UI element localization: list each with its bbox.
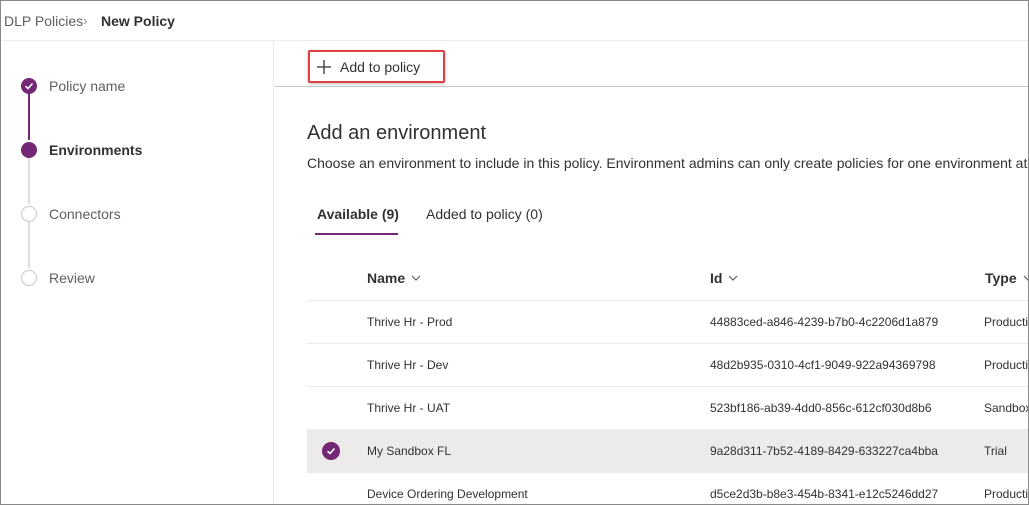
column-header-type[interactable]: Type [985, 270, 1028, 286]
cell-type: Sandbox [984, 401, 1029, 415]
breadcrumb: DLP Policies › New Policy [1, 1, 1028, 41]
page-description: Choose an environment to include in this… [307, 155, 1028, 171]
column-header-id[interactable]: Id [710, 270, 738, 286]
column-header-label: Name [367, 270, 406, 286]
add-to-policy-button[interactable]: Add to policy [308, 50, 445, 83]
breadcrumb-current: New Policy [101, 13, 175, 29]
cell-id: 44883ced-a846-4239-b7b0-4c2206d1a879 [710, 315, 939, 329]
checkmark-icon [21, 78, 37, 94]
chevron-right-icon: › [83, 13, 88, 28]
step-pending-indicator [21, 270, 37, 286]
step-connector [28, 158, 30, 204]
step-connectors[interactable]: Connectors [49, 206, 121, 222]
cell-name: Thrive Hr - Dev [367, 358, 449, 372]
tab-available[interactable]: Available (9) [317, 206, 399, 222]
step-review[interactable]: Review [49, 270, 95, 286]
command-bar: Add to policy [275, 41, 1028, 87]
chevron-down-icon [729, 275, 738, 281]
cell-id: 523bf186-ab39-4dd0-856c-612cf030d8b6 [710, 401, 932, 415]
step-active-indicator [21, 142, 37, 158]
cell-type: Production [984, 487, 1029, 501]
table-row-selected[interactable]: My Sandbox FL 9a28d311-7b52-4189-8429-63… [307, 429, 1028, 472]
column-header-label: Type [985, 270, 1017, 286]
cell-id: 48d2b935-0310-4cf1-9049-922a94369798 [710, 358, 936, 372]
app-frame: DLP Policies › New Policy Policy name En… [0, 0, 1029, 505]
cell-type: Trial [984, 444, 1007, 458]
chevron-down-icon [1023, 275, 1028, 281]
cell-name: Thrive Hr - UAT [367, 401, 451, 415]
column-header-label: Id [710, 270, 723, 286]
chevron-down-icon [411, 275, 421, 281]
checkmark-circle-icon[interactable] [322, 442, 340, 460]
table-row[interactable]: Thrive Hr - Dev 48d2b935-0310-4cf1-9049-… [307, 343, 1029, 386]
cell-id: d5ce2d3b-b8e3-454b-8341-e12c5246dd27 [710, 487, 939, 501]
cell-id: 9a28d311-7b52-4189-8429-633227ca4bba [710, 444, 938, 458]
tab-selected-underline [315, 233, 398, 235]
table-row[interactable]: Thrive Hr - Prod 44883ced-a846-4239-b7b0… [307, 300, 1029, 343]
step-policy-name[interactable]: Policy name [49, 78, 125, 94]
add-to-policy-label: Add to policy [340, 58, 421, 75]
table-row[interactable]: Device Ordering Development d5ce2d3b-b8e… [307, 472, 1029, 504]
page-title: Add an environment [307, 122, 487, 144]
cell-type: Production [984, 358, 1029, 372]
step-connector [28, 222, 30, 268]
cell-name: Device Ordering Development [367, 487, 528, 501]
step-connector [28, 94, 30, 140]
table-row[interactable]: Thrive Hr - UAT 523bf186-ab39-4dd0-856c-… [307, 386, 1029, 429]
cell-name: My Sandbox FL [367, 444, 452, 458]
column-header-name[interactable]: Name [367, 270, 421, 286]
cell-type: Production [984, 315, 1029, 329]
plus-icon [317, 59, 331, 74]
tab-added-to-policy[interactable]: Added to policy (0) [426, 206, 543, 222]
cell-name: Thrive Hr - Prod [367, 315, 453, 329]
breadcrumb-dlp-policies[interactable]: DLP Policies [4, 13, 83, 29]
wizard-stepper: Policy name Environments Connectors Revi… [1, 41, 274, 504]
step-pending-indicator [21, 206, 37, 222]
step-environments[interactable]: Environments [49, 142, 142, 158]
